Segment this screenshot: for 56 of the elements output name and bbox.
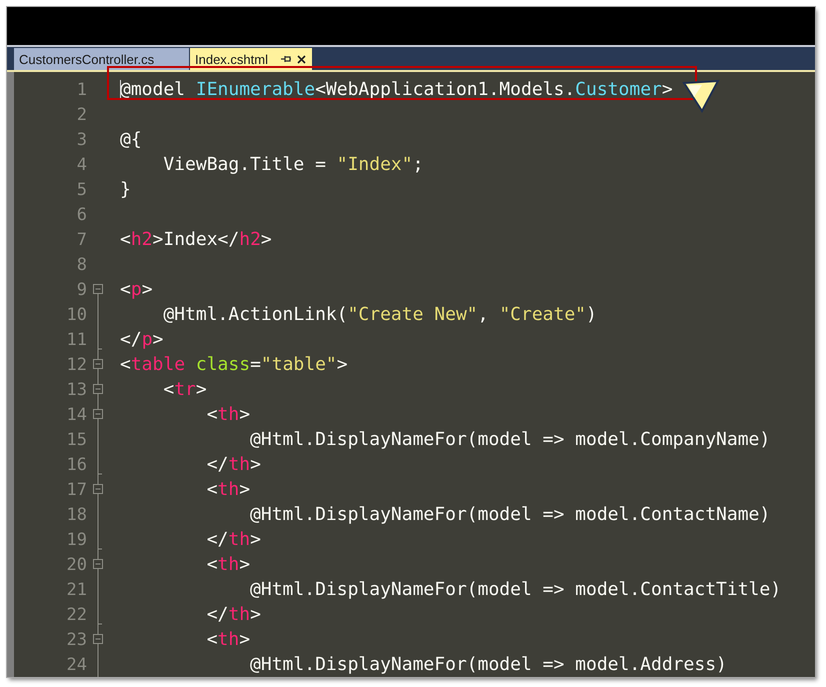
code-line: } (120, 179, 131, 200)
code-line: @Html.DisplayNameFor(model => model.CompanyName) (249, 429, 770, 450)
collapse-icon[interactable] (92, 552, 104, 577)
collapse-icon[interactable] (92, 377, 104, 402)
line-number: 1 (76, 80, 87, 100)
code-line: <th> (206, 554, 250, 575)
line-number: 3 (76, 130, 87, 150)
line-number: 2 (76, 104, 87, 124)
line-number: 5 (76, 180, 87, 200)
code-line: </th> (206, 454, 261, 475)
code-line: @model IEnumerable<WebApplication1.Models.Customer> (120, 79, 673, 100)
code-line: </th> (206, 529, 261, 550)
code-line: <th> (206, 479, 250, 500)
line-number: 21 (66, 580, 87, 600)
code-line: <th> (206, 404, 250, 425)
line-number: 6 (76, 204, 87, 224)
line-number: 16 (66, 454, 87, 474)
line-number: 14 (66, 404, 87, 424)
code-line: </p> (120, 329, 164, 350)
line-number: 22 (66, 604, 87, 624)
file-tab[interactable]: Index.cshtml (190, 48, 312, 70)
line-number: 10 (66, 304, 87, 324)
code-line: ViewBag.Title = "Index"; (162, 154, 424, 175)
code-line: @Html.DisplayNameFor(model => model.Address) (249, 654, 727, 675)
collapse-icon[interactable] (92, 477, 104, 502)
line-number: 20 (66, 554, 87, 574)
line-number: 8 (76, 254, 87, 274)
collapse-icon[interactable] (92, 402, 104, 427)
code-line: <tr> (162, 379, 207, 400)
code-line: @Html.DisplayNameFor(model => model.ContactTitle) (249, 579, 782, 600)
line-number: 11 (66, 330, 87, 350)
code-line: @Html.DisplayNameFor(model => model.ContactName) (249, 504, 770, 525)
line-number: 18 (66, 504, 87, 524)
code-line: <table class="table"> (120, 354, 348, 375)
code-line: <h2>Index</h2> (120, 229, 272, 250)
code-line: @{ (120, 129, 142, 150)
callout-arrow (682, 79, 722, 115)
line-number: 19 (66, 530, 87, 550)
code-line: @Html.ActionLink("Create New", "Create") (162, 304, 597, 325)
file-tab[interactable]: CustomersController.cs (14, 48, 189, 70)
line-number: 24 (66, 654, 87, 674)
code-line: </th> (206, 604, 261, 625)
pin-icon[interactable] (280, 54, 292, 64)
code-line: <p> (120, 279, 153, 300)
line-number: 17 (66, 480, 87, 500)
close-icon[interactable] (296, 54, 306, 64)
line-number: 12 (66, 354, 87, 374)
line-number: 23 (66, 630, 87, 650)
line-number: 4 (76, 154, 87, 174)
collapse-icon[interactable] (92, 352, 104, 377)
line-number: 15 (66, 430, 87, 450)
line-number: 7 (76, 230, 87, 250)
line-number: 9 (76, 280, 87, 300)
line-number: 13 (66, 380, 87, 400)
code-line: <th> (206, 629, 250, 650)
collapse-icon[interactable] (92, 627, 104, 652)
